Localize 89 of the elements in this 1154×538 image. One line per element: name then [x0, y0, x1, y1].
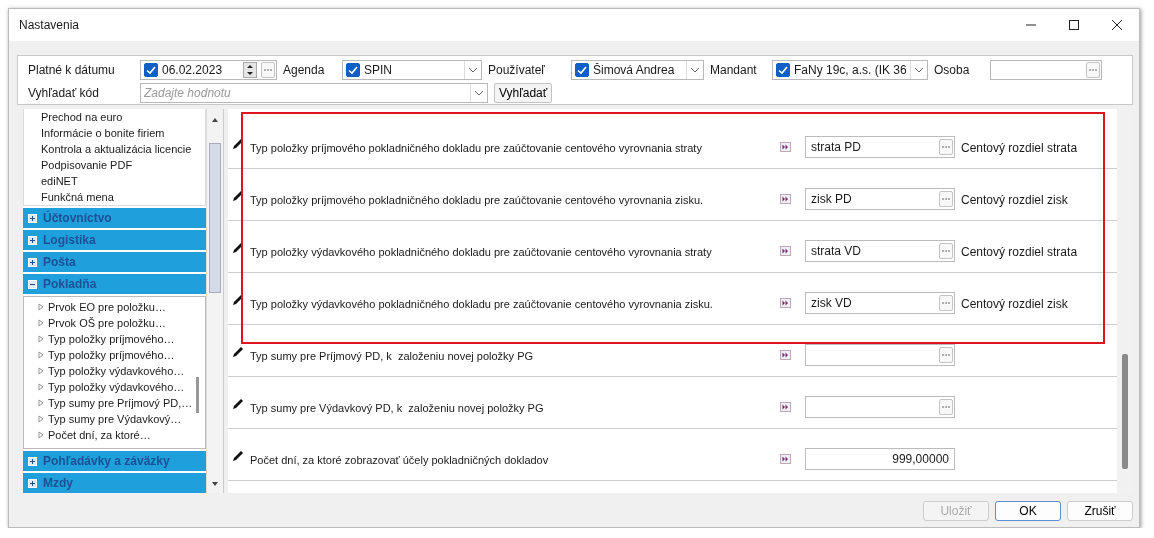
tree-item[interactable]: Podpisovanie PDF [41, 157, 206, 173]
pencil-icon[interactable] [232, 138, 244, 150]
setting-description: Centový rozdiel strata [960, 245, 1078, 259]
expand-icon[interactable] [28, 456, 37, 466]
dialog-button[interactable]: Zrušiť [1067, 501, 1133, 521]
setting-description: Centový rozdiel zisk [960, 193, 1068, 207]
collapse-icon[interactable] [28, 279, 37, 289]
lookup-field[interactable]: zisk VD [805, 292, 955, 314]
fast-forward-icon[interactable] [780, 194, 791, 204]
maximize-icon[interactable] [1068, 19, 1080, 31]
combo-box[interactable]: Šimová Andrea [571, 59, 704, 80]
lookup-field[interactable]: strata VD [805, 240, 955, 262]
setting-description: Centový rozdiel strata [960, 141, 1078, 155]
expand-icon[interactable] [28, 257, 37, 267]
spinner-icon[interactable] [243, 61, 257, 78]
pencil-icon[interactable] [232, 450, 244, 462]
tree-item[interactable]: Typ položky výdavkového… [48, 365, 185, 377]
combo-box[interactable]: FaNy 19c, a.s. (IK 36 [772, 59, 928, 80]
fast-forward-icon[interactable] [780, 142, 791, 152]
field-label: Osoba [933, 62, 971, 77]
lookup-field[interactable]: zisk PD [805, 188, 955, 210]
fast-forward-icon[interactable] [780, 454, 791, 464]
ellipsis-icon [941, 145, 951, 149]
tree-item[interactable]: Funkčná mena [41, 189, 206, 205]
expand-icon[interactable] [28, 213, 37, 223]
search-button[interactable]: Vyhľadať [494, 83, 553, 104]
arrow-down-icon[interactable] [211, 481, 220, 487]
ellipsis-icon [941, 353, 951, 357]
setting-label: Počet dní, za ktoré zobrazovať účely pokladničných dokladov [249, 454, 550, 466]
setting-label: Typ položky výdavkového pokladničného dokladu pre zaúčtovanie centového vyrovnania zisku. [249, 298, 714, 310]
field-label: Mandant [709, 62, 758, 77]
checkbox[interactable] [575, 62, 589, 77]
tree-item[interactable]: Počet dní, za ktoré… [48, 429, 151, 441]
lookup-field[interactable] [990, 59, 1102, 80]
field-label: Agenda [282, 62, 326, 77]
setting-description: Centový rozdiel zisk [960, 297, 1068, 311]
ellipsis-icon [941, 405, 951, 409]
dialog-button[interactable]: OK [995, 501, 1061, 521]
setting-label: Typ sumy pre Výdavkový PD, k založeniu novej položky PG [249, 402, 545, 414]
tree-item[interactable]: Prvok OŠ pre položku… [48, 317, 166, 329]
ellipsis-icon [941, 197, 951, 201]
field-label: Používateľ [487, 62, 546, 77]
lookup-field[interactable] [805, 344, 955, 366]
tree-item[interactable]: Prechod na euro [41, 109, 206, 125]
fast-forward-icon[interactable] [780, 246, 791, 256]
close-icon[interactable] [1111, 19, 1123, 31]
number-field[interactable]: 999,00000 [805, 448, 955, 470]
tree-item[interactable]: Informácie o bonite firiem [41, 125, 206, 141]
combo-box[interactable]: SPIN [342, 59, 482, 80]
ellipsis-icon [263, 67, 273, 72]
fast-forward-icon[interactable] [780, 298, 791, 308]
tree-item[interactable]: Kontrola a aktualizácia licencie [41, 141, 206, 157]
scrollbar-thumb[interactable] [1122, 354, 1128, 469]
tree-item[interactable]: Typ položky výdavkového… [48, 381, 185, 393]
expand-icon[interactable] [28, 478, 37, 488]
date-field[interactable]: 06.02.2023 [140, 59, 277, 80]
setting-label: Typ položky výdavkového pokladničného dokladu pre zaúčtovanie centového vyrovnania straty [249, 246, 713, 258]
expand-icon[interactable] [28, 235, 37, 245]
pencil-icon[interactable] [232, 190, 244, 202]
search-combo[interactable]: Zadajte hodnotu [140, 83, 488, 104]
checkbox[interactable] [346, 62, 360, 77]
ellipsis-icon [1088, 67, 1098, 72]
setting-label: Typ sumy pre Príjmový PD, k založeniu novej položky PG [249, 350, 535, 362]
setting-label: Typ položky príjmového pokladničného dokladu pre zaúčtovanie centového vyrovnania zisku. [249, 194, 705, 206]
setting-label: Typ položky príjmového pokladničného dokladu pre zaúčtovanie centového vyrovnania straty [249, 142, 703, 154]
ellipsis-icon [941, 249, 951, 253]
tree-item[interactable]: ediNET [41, 173, 206, 189]
pencil-icon[interactable] [232, 398, 244, 410]
tree-item[interactable]: Typ položky príjmového… [48, 349, 175, 361]
tree-item[interactable]: Typ položky príjmového… [48, 333, 175, 345]
tree-item[interactable]: Typ sumy pre Príjmový PD,… [48, 397, 193, 409]
scrollbar-thumb[interactable] [196, 377, 200, 413]
window-title: Nastavenia [19, 18, 80, 32]
field-label: Vyhľadať kód [28, 86, 100, 101]
pencil-icon[interactable] [232, 346, 244, 358]
lookup-field[interactable]: strata PD [805, 136, 955, 158]
ellipsis-icon [941, 301, 951, 305]
field-label: Platné k dátumu [28, 62, 116, 77]
pencil-icon[interactable] [232, 294, 244, 306]
fast-forward-icon[interactable] [780, 350, 791, 360]
checkbox[interactable] [144, 62, 158, 77]
tree-item[interactable]: Prvok EO pre položku… [48, 301, 166, 313]
arrow-up-icon[interactable] [211, 117, 220, 123]
lookup-field[interactable] [805, 396, 955, 418]
tree-item[interactable]: Typ sumy pre Výdavkový… [48, 413, 182, 425]
checkbox[interactable] [776, 62, 790, 77]
pencil-icon[interactable] [232, 242, 244, 254]
fast-forward-icon[interactable] [780, 402, 791, 412]
scrollbar-thumb[interactable] [209, 143, 222, 293]
